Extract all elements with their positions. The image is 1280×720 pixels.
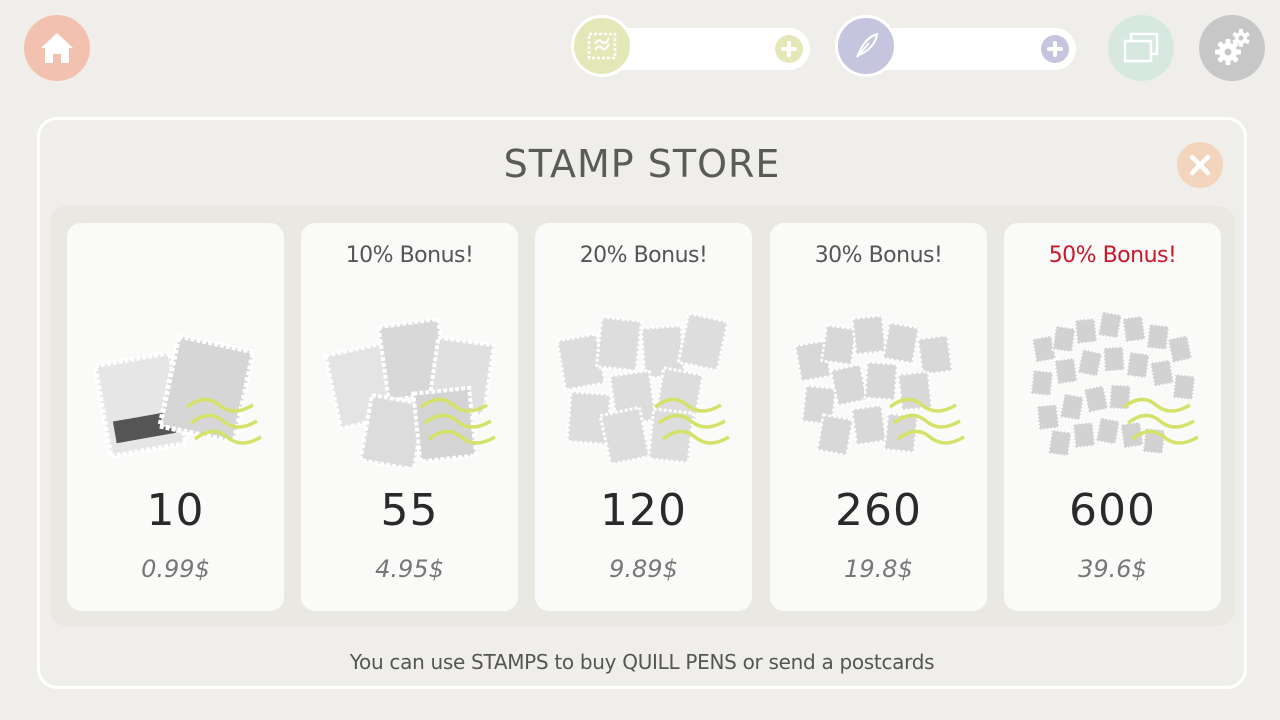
stamp-pack-image	[323, 316, 496, 467]
stamp-pack-card[interactable]: 20% Bonus! 120 9.89$	[535, 223, 752, 611]
bonus-label: 30% Bonus!	[814, 243, 943, 268]
stamp-pack-card[interactable]: 50% Bonus! 600 39.6$	[1004, 223, 1221, 611]
stamp-amount: 260	[835, 485, 922, 536]
pack-price: 0.99$	[141, 555, 210, 583]
stamp-pack-card[interactable]: 10 0.99$	[67, 223, 284, 611]
pack-price: 39.6$	[1078, 555, 1147, 583]
pack-price: 19.8$	[844, 555, 913, 583]
bonus-label: 10% Bonus!	[345, 243, 474, 268]
settings-button[interactable]	[1199, 15, 1265, 81]
close-icon	[1189, 154, 1211, 176]
stamp-packs-area: 10 0.99$ 10% Bonus! 55 4.95$ 20% Bonus!	[50, 206, 1235, 626]
stamp-amount: 600	[1069, 485, 1156, 536]
stamp-pack-image	[92, 333, 262, 460]
pack-price: 4.95$	[375, 555, 444, 583]
home-button[interactable]	[24, 15, 90, 81]
stamp-counter	[571, 15, 810, 77]
stamp-pack-card[interactable]: 30% Bonus! 260 19.8$	[770, 223, 987, 611]
stamp-amount: 55	[380, 485, 439, 536]
stamp-store-panel: STAMP STORE 10 0.99$ 10% Bonus! 55 4.95$…	[37, 117, 1247, 689]
close-button[interactable]	[1177, 142, 1223, 188]
postcards-button[interactable]	[1108, 15, 1174, 81]
gears-icon	[1215, 29, 1250, 65]
add-quills-plus-icon[interactable]	[1040, 34, 1070, 64]
store-footer-note: You can use STAMPS to buy QUILL PENS or …	[349, 650, 935, 674]
stamp-icon	[571, 15, 633, 77]
stamp-pack-card[interactable]: 10% Bonus! 55 4.95$	[301, 223, 518, 611]
pack-price: 9.89$	[609, 555, 678, 583]
stamp-pack-image	[1029, 310, 1199, 458]
bonus-label: 50% Bonus!	[1048, 243, 1177, 268]
stamp-amount: 10	[146, 485, 205, 536]
add-stamps-plus-icon[interactable]	[774, 34, 804, 64]
postcards-icon	[1123, 32, 1159, 63]
stamp-pack-image	[555, 311, 730, 467]
store-title: STAMP STORE	[503, 142, 781, 186]
stamp-amount: 120	[600, 485, 687, 536]
quill-icon	[835, 15, 897, 77]
quill-counter	[835, 15, 1076, 77]
stamp-pack-image	[793, 314, 965, 457]
home-icon	[41, 33, 73, 63]
bonus-label: 20% Bonus!	[579, 243, 708, 268]
